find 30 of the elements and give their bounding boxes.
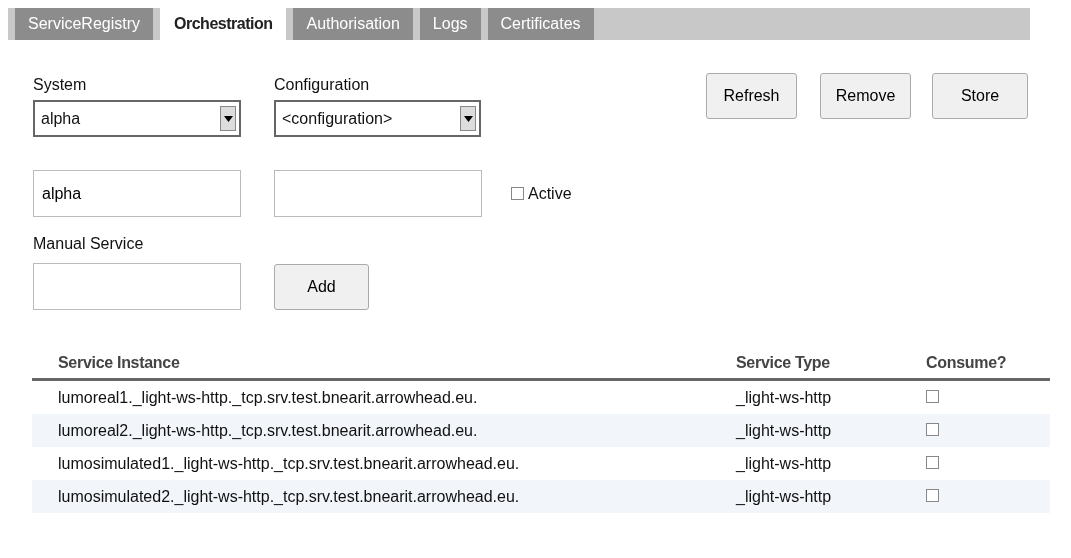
- configuration-select[interactable]: <configuration>: [274, 100, 481, 137]
- field-label: System: [33, 75, 88, 95]
- add-button[interactable]: Add: [274, 263, 369, 310]
- table-cell: lumosimulated2._light-ws-http._tcp.srv.test.bnearit.arrowhead.eu.: [32, 480, 736, 513]
- configuration-input-field[interactable]: [274, 170, 482, 217]
- consume-checkbox[interactable]: [926, 488, 939, 502]
- action-button[interactable]: Remove: [820, 73, 911, 119]
- tab[interactable]: Orchestration: [160, 8, 287, 40]
- action-button[interactable]: Store: [932, 73, 1028, 119]
- consume-checkbox[interactable]: [926, 455, 939, 469]
- field-label: Manual Service: [33, 234, 145, 254]
- table-cell: lumoreal1._light-ws-http._tcp.srv.test.bnearit.arrowhead.eu.: [32, 379, 736, 414]
- column-header: Service Instance: [32, 348, 736, 380]
- table-cell: lumoreal2._light-ws-http._tcp.srv.test.bnearit.arrowhead.eu.: [32, 414, 736, 447]
- field-label: Configuration: [274, 75, 371, 95]
- checkbox-label: Active: [528, 184, 572, 203]
- table-cell: _light-ws-http: [736, 447, 926, 480]
- action-button[interactable]: Refresh: [706, 73, 797, 119]
- column-header: Service Type: [736, 348, 926, 380]
- system-select[interactable]: alpha: [33, 100, 241, 137]
- consume-checkbox[interactable]: [926, 389, 939, 403]
- table-cell: _light-ws-http: [736, 379, 926, 414]
- consume-checkbox[interactable]: [926, 422, 939, 436]
- table-cell: lumosimulated1._light-ws-http._tcp.srv.test.bnearit.arrowhead.eu.: [32, 447, 736, 480]
- column-header: Consume?: [926, 348, 1050, 380]
- system-input-field[interactable]: alpha: [33, 170, 241, 217]
- manual-service-field[interactable]: [33, 263, 241, 310]
- table-cell: _light-ws-http: [736, 480, 926, 513]
- table-cell: _light-ws-http: [736, 414, 926, 447]
- active-checkbox[interactable]: [511, 187, 524, 200]
